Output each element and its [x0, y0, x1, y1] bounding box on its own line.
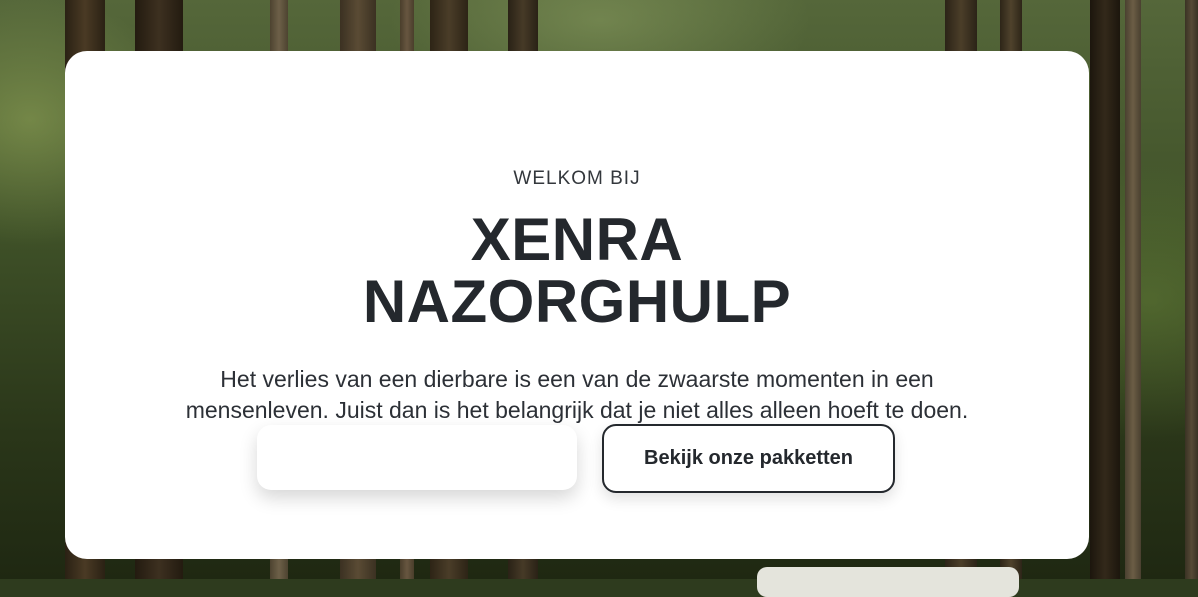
tree-trunk: [1125, 0, 1141, 579]
intro-text: Het verlies van een dierbare is een van …: [135, 364, 1019, 426]
welcome-eyebrow: WELKOM BIJ: [513, 168, 641, 189]
view-packages-button[interactable]: Bekijk onze pakketten: [602, 424, 895, 493]
primary-button[interactable]: [257, 425, 577, 490]
floating-widget-peek: [757, 567, 1019, 597]
page-title: XENRA NAZORGHULP: [65, 209, 1089, 333]
title-line-1: XENRA: [470, 206, 684, 273]
tree-trunk: [1090, 0, 1120, 579]
tree-trunk: [1185, 0, 1198, 579]
intro-line-2: mensenleven. Juist dan is het belangrijk…: [185, 397, 969, 423]
title-line-2: NAZORGHULP: [362, 268, 792, 335]
welcome-card: WELKOM BIJ XENRA NAZORGHULP Het verlies …: [65, 51, 1089, 559]
intro-line-1: Het verlies van een dierbare is een van …: [220, 366, 934, 392]
